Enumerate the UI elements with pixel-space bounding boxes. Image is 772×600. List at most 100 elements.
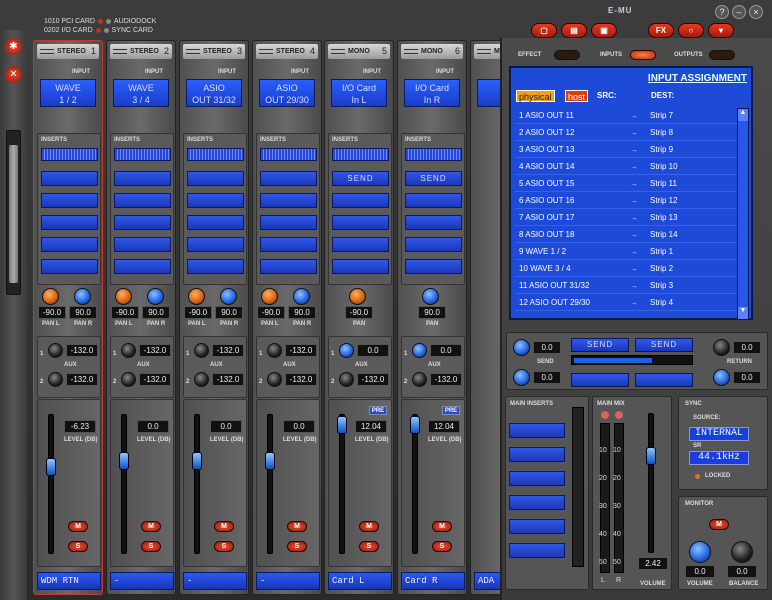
insert-slot[interactable] xyxy=(41,171,98,186)
aux1-knob[interactable] xyxy=(267,343,282,358)
insert-slot[interactable] xyxy=(332,237,389,252)
input-source-selector[interactable]: I/O Card In L xyxy=(331,79,387,107)
solo-button[interactable]: S xyxy=(68,541,88,552)
pan-r-knob[interactable] xyxy=(293,288,310,305)
aux2-knob[interactable] xyxy=(48,372,63,387)
fader-track[interactable] xyxy=(194,414,200,554)
mute-button[interactable]: M xyxy=(214,521,234,532)
aux2-knob[interactable] xyxy=(194,372,209,387)
sync-source-display[interactable]: INTERNAL xyxy=(689,427,749,441)
insert-slot[interactable] xyxy=(187,171,244,186)
minimize-button[interactable]: – xyxy=(732,5,746,19)
fader-track[interactable] xyxy=(267,414,273,554)
pan-r-knob[interactable] xyxy=(74,288,91,305)
pan-l-knob[interactable] xyxy=(115,288,132,305)
scroll-down-icon[interactable]: ▼ xyxy=(738,307,748,319)
aux2-knob[interactable] xyxy=(267,372,282,387)
star-icon[interactable]: ✱ xyxy=(5,38,22,55)
aux1-knob[interactable] xyxy=(194,343,209,358)
main-insert-slot[interactable] xyxy=(509,423,565,438)
outputs-toggle[interactable] xyxy=(709,50,735,60)
main-insert-slot[interactable] xyxy=(509,471,565,486)
fader-track[interactable] xyxy=(412,414,418,554)
pan-l-knob[interactable] xyxy=(188,288,205,305)
strip-name[interactable]: - xyxy=(110,572,174,590)
level-fader[interactable] xyxy=(337,416,347,434)
strip-name[interactable]: Card R xyxy=(401,572,465,590)
solo-button[interactable]: S xyxy=(432,541,452,552)
strip-title[interactable]: MONO 6 xyxy=(401,44,463,59)
mute-button[interactable]: M xyxy=(287,521,307,532)
level-fader[interactable] xyxy=(265,452,275,470)
pan-l-knob[interactable] xyxy=(42,288,59,305)
level-fader[interactable] xyxy=(46,458,56,476)
send-insert-button[interactable]: SEND xyxy=(405,171,462,186)
insert-slot[interactable] xyxy=(260,193,317,208)
insert-slot[interactable] xyxy=(187,215,244,230)
assignment-row[interactable]: 3 ASIO OUT 13 → Strip 9 xyxy=(515,142,739,158)
main-insert-slot[interactable] xyxy=(509,543,565,558)
assignment-row[interactable]: 10 WAVE 3 / 4 → Strip 2 xyxy=(515,261,739,277)
scrollbar-thumb[interactable] xyxy=(9,145,18,283)
mute-button[interactable]: M xyxy=(359,521,379,532)
return2-knob[interactable] xyxy=(713,369,730,386)
fx-slot-1[interactable] xyxy=(571,373,629,387)
insert-slot[interactable] xyxy=(260,171,317,186)
solo-button[interactable]: S xyxy=(141,541,161,552)
insert-slot[interactable] xyxy=(260,259,317,274)
strip-title[interactable]: MONO 5 xyxy=(328,44,390,59)
assignment-row[interactable]: 2 ASIO OUT 12 → Strip 8 xyxy=(515,125,739,141)
pan-l-knob[interactable] xyxy=(261,288,278,305)
open-session-button[interactable]: ▤ xyxy=(561,23,587,38)
close-button[interactable]: × xyxy=(749,5,763,19)
insert-slot[interactable] xyxy=(187,259,244,274)
solo-button[interactable]: S xyxy=(359,541,379,552)
strip-name[interactable]: Card L xyxy=(328,572,392,590)
monitor-balance-knob[interactable] xyxy=(731,541,753,563)
input-source-selector[interactable]: I/O Card In R xyxy=(404,79,460,107)
insert-slot[interactable] xyxy=(405,215,462,230)
input-source-selector[interactable]: ASIO OUT 31/32 xyxy=(186,79,242,107)
mute-button[interactable]: M xyxy=(432,521,452,532)
insert-slot[interactable] xyxy=(114,259,171,274)
input-source-selector[interactable]: WAVE 1 / 2 xyxy=(40,79,96,107)
fx-button[interactable]: FX xyxy=(648,23,674,38)
insert-slot[interactable] xyxy=(260,215,317,230)
strip-scrollbar[interactable] xyxy=(6,130,21,295)
main-insert-slot[interactable] xyxy=(509,495,565,510)
insert-slot[interactable] xyxy=(260,237,317,252)
aux2-knob[interactable] xyxy=(121,372,136,387)
scroll-up-icon[interactable]: ▲ xyxy=(738,109,748,121)
pan-knob[interactable] xyxy=(422,288,439,305)
assignment-row[interactable]: 6 ASIO OUT 16 → Strip 12 xyxy=(515,193,739,209)
assignment-row[interactable]: 12 ASIO OUT 29/30 → Strip 4 xyxy=(515,295,739,311)
level-fader[interactable] xyxy=(119,452,129,470)
main-insert-slot[interactable] xyxy=(509,447,565,462)
fader-track[interactable] xyxy=(121,414,127,554)
assignment-scrollbar[interactable]: ▲ ▼ xyxy=(737,108,749,320)
insert-slot[interactable] xyxy=(332,259,389,274)
aux1-knob[interactable] xyxy=(121,343,136,358)
tab-physical[interactable]: physical xyxy=(516,90,555,102)
insert-slot[interactable] xyxy=(114,171,171,186)
main-insert-slot[interactable] xyxy=(509,519,565,534)
pan-knob[interactable] xyxy=(349,288,366,305)
send1-knob[interactable] xyxy=(513,339,530,356)
insert-slot[interactable] xyxy=(405,193,462,208)
assignment-row[interactable]: 1 ASIO OUT 11 → Strip 7 xyxy=(515,108,739,124)
solo-button[interactable]: S xyxy=(214,541,234,552)
insert-slot[interactable] xyxy=(41,193,98,208)
main-inserts-scrollbar[interactable] xyxy=(572,407,584,567)
input-source-selector[interactable]: WAVE 3 / 4 xyxy=(113,79,169,107)
save-session-button[interactable]: ▣ xyxy=(591,23,617,38)
fx-send-button-1[interactable]: SEND xyxy=(571,338,629,352)
fx-send-button-2[interactable]: SEND xyxy=(635,338,693,352)
strip-name[interactable]: - xyxy=(183,572,247,590)
insert-slot[interactable] xyxy=(187,237,244,252)
pan-r-knob[interactable] xyxy=(220,288,237,305)
help-button[interactable]: ? xyxy=(715,5,729,19)
mute-button[interactable]: M xyxy=(141,521,161,532)
strip-name[interactable]: WDM RTN xyxy=(37,572,101,590)
mute-button[interactable]: M xyxy=(68,521,88,532)
strip-title[interactable]: STEREO 2 xyxy=(110,44,172,59)
